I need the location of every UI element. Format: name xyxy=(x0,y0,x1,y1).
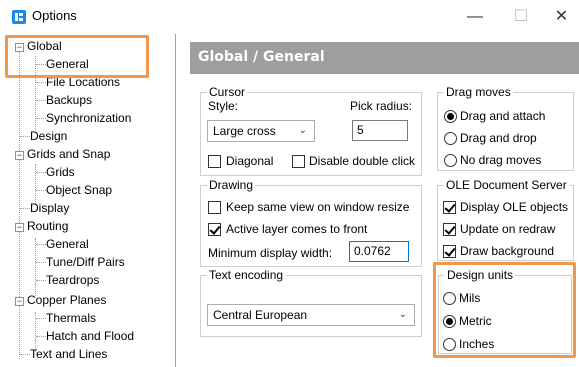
active-layer-checkbox[interactable] xyxy=(208,223,221,236)
tree-item-grids-and-snap[interactable]: Grids and Snap xyxy=(27,145,110,163)
tree-line xyxy=(36,118,46,119)
tree-item-routing[interactable]: Routing xyxy=(27,217,68,235)
tree-highlight-box xyxy=(5,35,149,78)
tree-item-design[interactable]: Design xyxy=(30,127,67,145)
maximize-button[interactable]: ☐ xyxy=(498,4,544,30)
draw-background-checkbox[interactable] xyxy=(443,245,456,258)
drawing-group: Drawing Keep same view on window resize … xyxy=(200,178,422,267)
tree-line xyxy=(36,190,46,191)
keep-same-view-label: Keep same view on window resize xyxy=(226,200,410,214)
cursor-style-select[interactable]: Large cross ⌄ xyxy=(207,120,315,142)
design-units-highlight-box xyxy=(433,262,576,358)
update-on-redraw-checkbox[interactable] xyxy=(443,223,456,236)
title-bar: Options — ☐ ✕ xyxy=(0,0,579,34)
drag-and-drop-radio[interactable] xyxy=(444,132,457,145)
disable-double-click-label: Disable double click xyxy=(309,154,416,168)
drawing-legend: Drawing xyxy=(207,178,256,192)
tree-line xyxy=(19,47,20,359)
text-encoding-select[interactable]: Central European ⌄ xyxy=(207,304,415,326)
tree-item-routing-general[interactable]: General xyxy=(46,235,89,253)
tree-item-teardrops[interactable]: Teardrops xyxy=(46,271,99,289)
no-drag-moves-label: No drag moves xyxy=(460,153,542,167)
display-ole-objects-checkbox[interactable] xyxy=(443,201,456,214)
tree-line xyxy=(36,318,46,319)
text-encoding-legend: Text encoding xyxy=(207,268,286,282)
tree-item-text-and-lines[interactable]: Text and Lines xyxy=(30,345,107,363)
tree-item-hatch-and-flood[interactable]: Hatch and Flood xyxy=(46,327,134,345)
min-display-width-input[interactable]: 0.0762 xyxy=(349,241,409,262)
tree-item-object-snap[interactable]: Object Snap xyxy=(46,181,112,199)
options-tree: − Global General File Locations Backups … xyxy=(6,34,176,367)
tree-item-synchronization[interactable]: Synchronization xyxy=(46,109,131,127)
chevron-down-icon: ⌄ xyxy=(298,125,307,136)
cursor-legend: Cursor xyxy=(207,85,248,99)
tree-line xyxy=(36,172,46,173)
tree-line xyxy=(36,82,46,83)
disable-double-click-checkbox[interactable] xyxy=(292,155,305,168)
tree-item-thermals[interactable]: Thermals xyxy=(46,309,96,327)
draw-background-label: Draw background xyxy=(460,244,555,258)
tree-line xyxy=(36,280,46,281)
active-layer-label: Active layer comes to front xyxy=(226,222,368,236)
tree-line xyxy=(35,164,36,204)
window-title: Options xyxy=(32,8,77,23)
tree-item-tune-diff-pairs[interactable]: Tune/Diff Pairs xyxy=(46,253,125,271)
tree-expander-routing[interactable]: − xyxy=(15,223,24,232)
drag-moves-legend: Drag moves xyxy=(444,85,513,99)
text-encoding-value: Central European xyxy=(213,308,308,322)
drag-and-attach-label: Drag and attach xyxy=(460,109,546,123)
chevron-down-icon: ⌄ xyxy=(398,309,407,320)
display-ole-objects-label: Display OLE objects xyxy=(460,200,569,214)
page-title: Global / General xyxy=(198,49,325,65)
tree-expander-grids-and-snap[interactable]: − xyxy=(15,151,24,160)
style-label: Style: xyxy=(208,99,239,113)
tree-line xyxy=(36,100,46,101)
min-display-width-label: Minimum display width: xyxy=(208,246,333,260)
tree-line xyxy=(20,354,30,355)
minimize-button[interactable]: — xyxy=(452,4,498,30)
tree-line xyxy=(35,238,36,296)
cursor-group: Cursor Style: Pick radius: Large cross ⌄… xyxy=(200,85,422,176)
tree-line xyxy=(36,262,46,263)
tree-line xyxy=(36,336,46,337)
ole-group: OLE Document Server Display OLE objects … xyxy=(437,178,574,261)
no-drag-moves-radio[interactable] xyxy=(444,154,457,167)
tree-item-backups[interactable]: Backups xyxy=(46,91,92,109)
tree-item-grids[interactable]: Grids xyxy=(46,163,75,181)
ole-legend: OLE Document Server xyxy=(444,178,569,192)
pick-radius-input[interactable]: 5 xyxy=(352,120,408,141)
page-header: Global / General xyxy=(190,42,579,74)
update-on-redraw-label: Update on redraw xyxy=(460,222,556,236)
app-icon xyxy=(12,10,26,24)
tree-line xyxy=(20,208,30,209)
drag-and-drop-label: Drag and drop xyxy=(460,131,537,145)
tree-item-copper-planes[interactable]: Copper Planes xyxy=(27,291,106,309)
tree-line xyxy=(36,244,46,245)
tree-expander-copper-planes[interactable]: − xyxy=(15,297,24,306)
drag-moves-group: Drag moves Drag and attach Drag and drop… xyxy=(437,85,574,171)
diagonal-label: Diagonal xyxy=(226,154,274,168)
diagonal-checkbox[interactable] xyxy=(208,155,221,168)
keep-same-view-checkbox[interactable] xyxy=(208,201,221,214)
pick-radius-label: Pick radius: xyxy=(350,99,413,113)
drag-and-attach-radio[interactable] xyxy=(444,110,457,123)
cursor-style-value: Large cross xyxy=(213,124,276,138)
tree-item-display[interactable]: Display xyxy=(30,199,69,217)
text-encoding-group: Text encoding Central European ⌄ xyxy=(200,268,422,337)
close-button[interactable]: ✕ xyxy=(544,4,579,30)
tree-line xyxy=(20,136,30,137)
